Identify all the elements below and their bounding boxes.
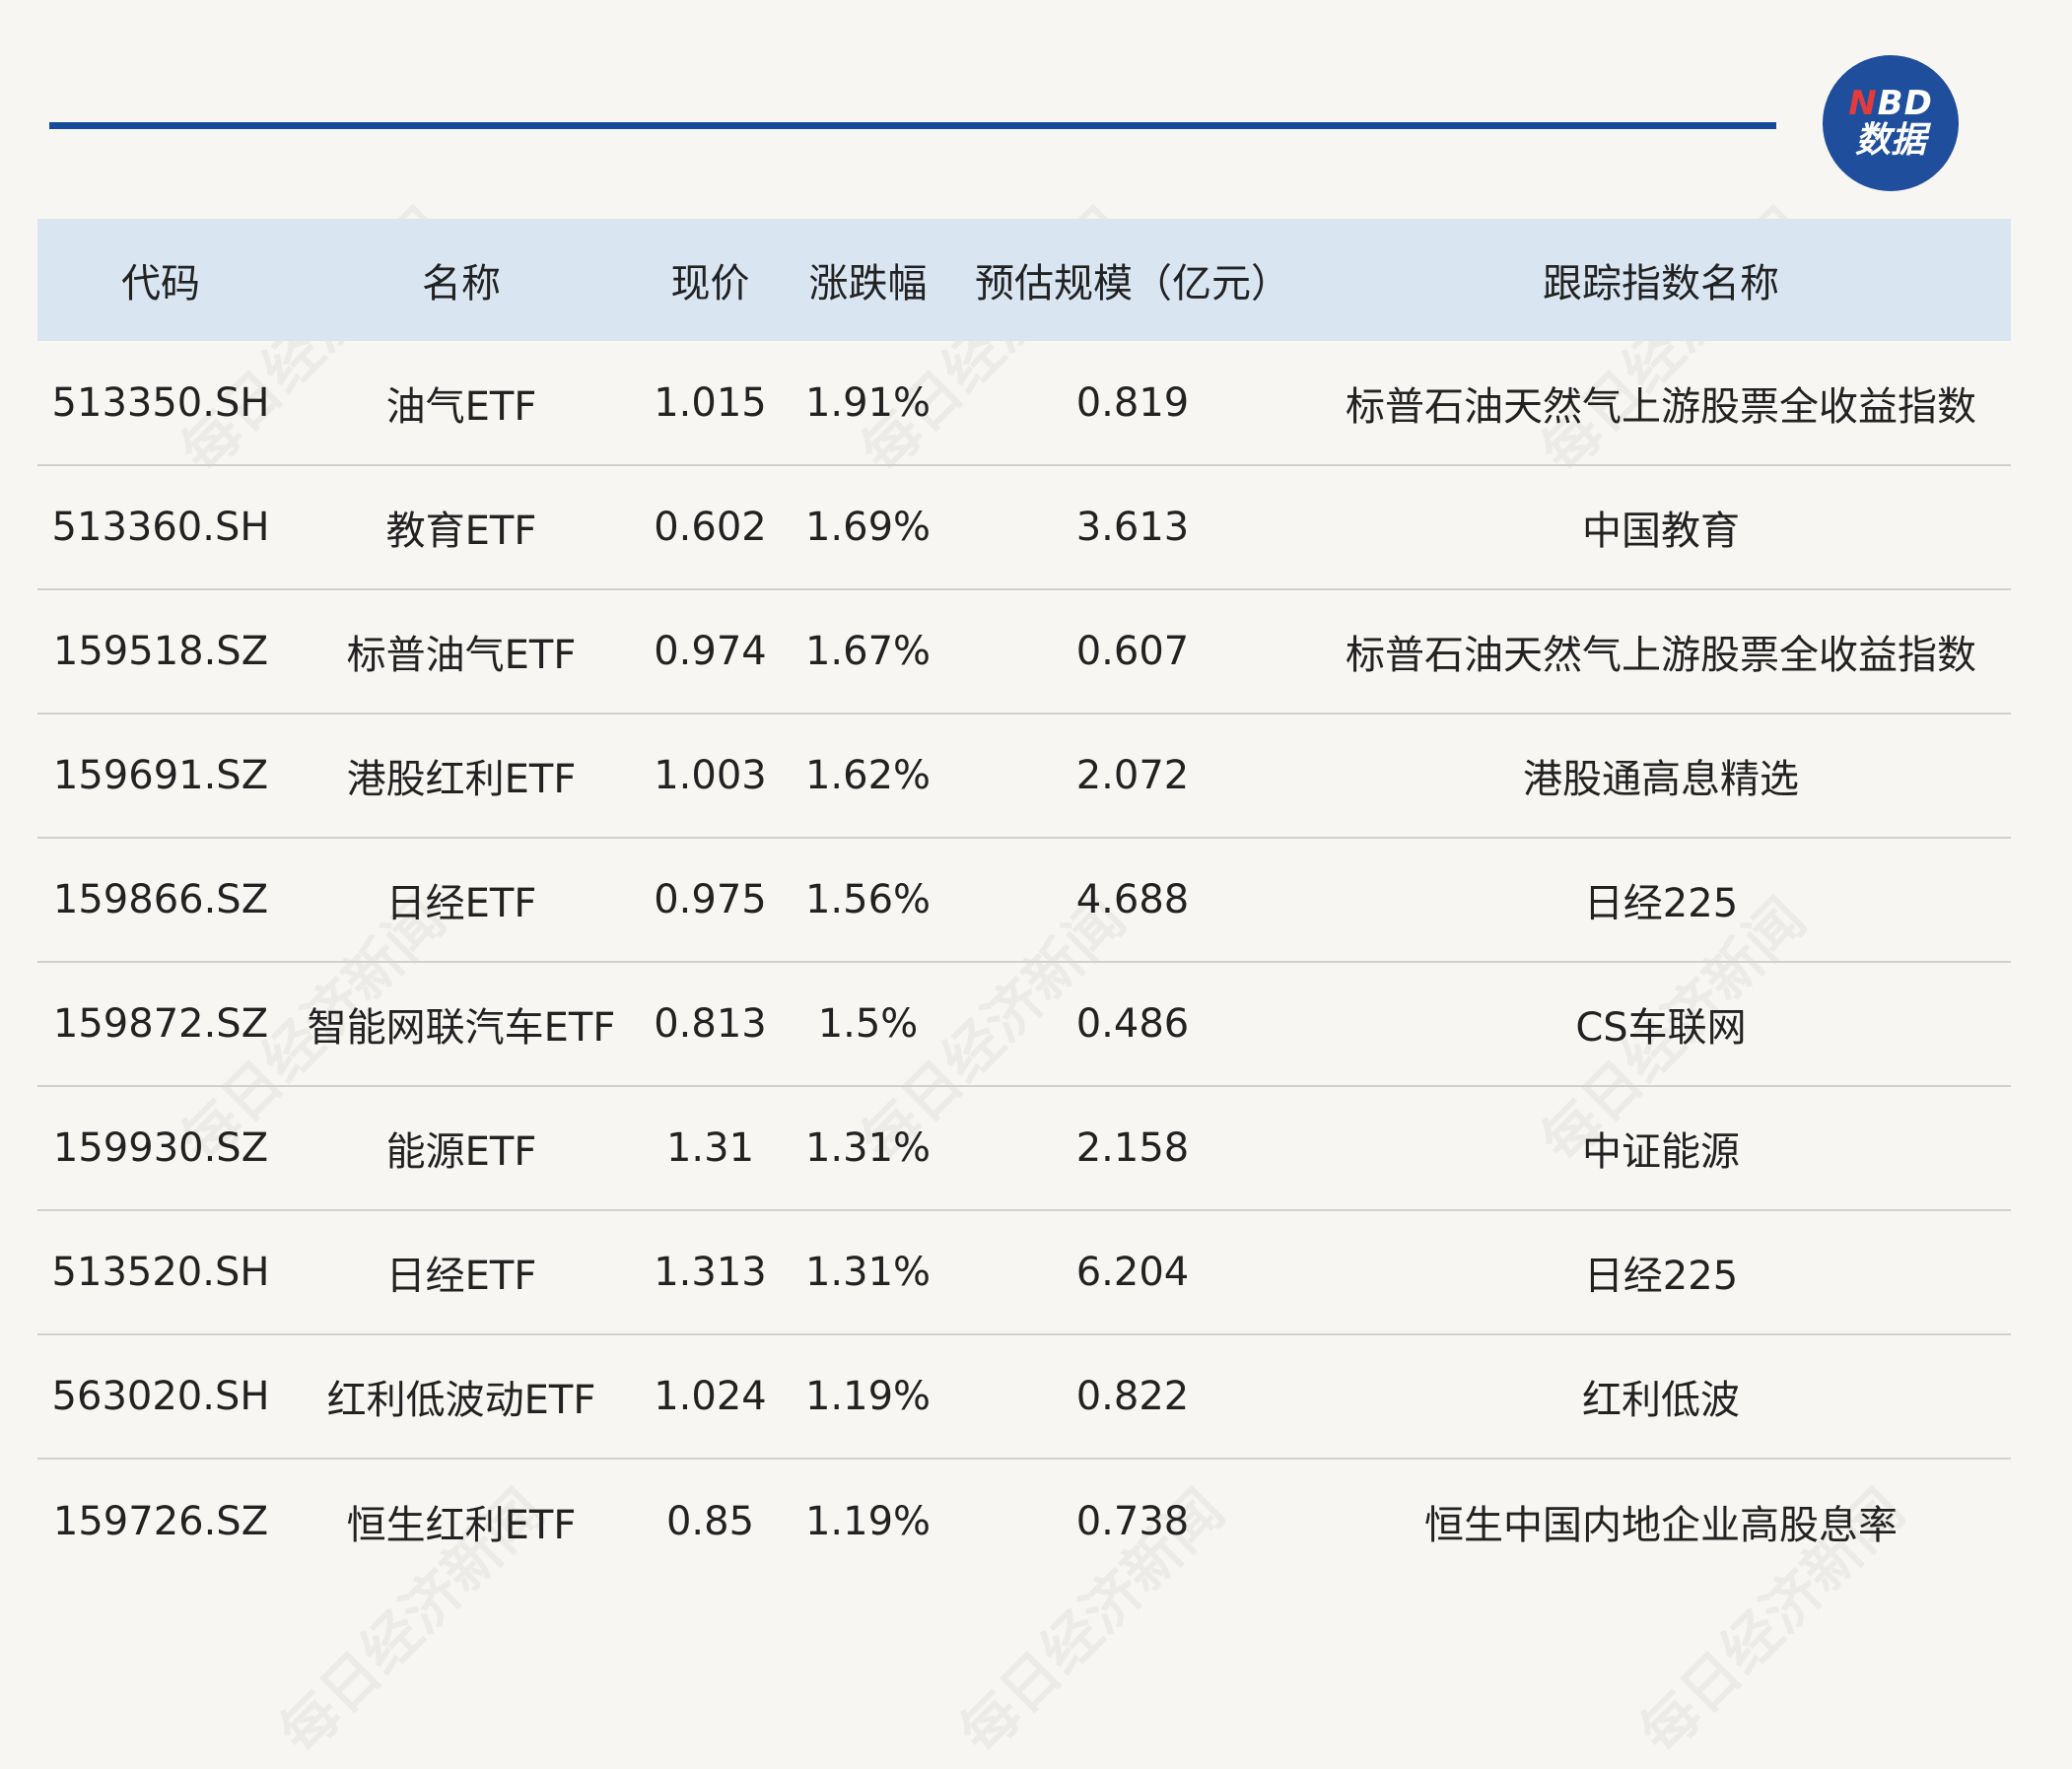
- cell-scale: 0.819: [1075, 379, 1190, 426]
- cell-name: 能源ETF: [385, 1129, 537, 1175]
- cell-price: 1.31: [665, 1125, 755, 1171]
- cell-code: 159726.SZ: [52, 1498, 269, 1544]
- cell-code: 513520.SH: [51, 1250, 270, 1295]
- cell-scale: 0.738: [1075, 1498, 1190, 1544]
- logo-bd: BD: [1877, 84, 1933, 123]
- cell-name: 红利低波动ETF: [326, 1378, 596, 1423]
- cell-index: 港股通高息精选: [1523, 757, 1799, 802]
- header-change: 涨跌幅: [808, 261, 928, 306]
- cell-index: 中国教育: [1582, 509, 1740, 554]
- cell-code: 159518.SZ: [52, 629, 269, 674]
- table-row: 159866.SZ 日经ETF 0.975 1.56% 4.688 日经225: [37, 838, 2011, 962]
- cell-scale: 0.822: [1075, 1374, 1190, 1419]
- table-row: 159872.SZ 智能网联汽车ETF 0.813 1.5% 0.486 CS车…: [37, 962, 2011, 1086]
- header-scale: 预估规模（亿元）: [975, 261, 1290, 306]
- nbd-logo: NBD 数据: [1823, 55, 1959, 191]
- table-row: 563020.SH 红利低波动ETF 1.024 1.19% 0.822 红利低…: [37, 1334, 2011, 1459]
- cell-index: 日经225: [1583, 881, 1739, 926]
- cell-code: 159930.SZ: [52, 1125, 269, 1171]
- logo-line2: 数据: [1854, 120, 1926, 161]
- cell-price: 1.024: [654, 1374, 767, 1419]
- header-index: 跟踪指数名称: [1543, 261, 1779, 306]
- table-row: 159691.SZ 港股红利ETF 1.003 1.62% 2.072 港股通高…: [37, 714, 2011, 838]
- cell-change: 1.31%: [804, 1125, 932, 1171]
- cell-change: 1.91%: [804, 379, 932, 426]
- cell-scale: 4.688: [1075, 877, 1190, 922]
- cell-name: 教育ETF: [385, 509, 537, 554]
- cell-price: 0.85: [665, 1498, 755, 1544]
- table-row: 159726.SZ 恒生红利ETF 0.85 1.19% 0.738 恒生中国内…: [37, 1459, 2011, 1583]
- cell-code: 513350.SH: [51, 379, 270, 426]
- header-price: 现价: [670, 261, 750, 306]
- cell-code: 159872.SZ: [52, 1001, 269, 1047]
- cell-scale: 0.607: [1075, 629, 1190, 674]
- cell-name: 恒生红利ETF: [346, 1502, 577, 1548]
- cell-price: 1.015: [654, 379, 767, 426]
- cell-scale: 6.204: [1075, 1250, 1190, 1295]
- cell-index: 中证能源: [1582, 1129, 1740, 1175]
- cell-name: 智能网联汽车ETF: [307, 1005, 616, 1051]
- cell-scale: 3.613: [1075, 505, 1190, 550]
- cell-scale: 2.072: [1075, 753, 1190, 798]
- cell-name: 港股红利ETF: [346, 757, 577, 802]
- table-row: 513360.SH 教育ETF 0.602 1.69% 3.613 中国教育: [37, 465, 2011, 589]
- cell-price: 1.003: [654, 753, 767, 798]
- cell-code: 159866.SZ: [52, 877, 269, 922]
- etf-table: 代码 名称 现价 涨跌幅 预估规模（亿元） 跟踪指数名称 513350.SH 油…: [37, 219, 2011, 1583]
- cell-index: 恒生中国内地企业高股息率: [1424, 1502, 1898, 1548]
- table-row: 159930.SZ 能源ETF 1.31 1.31% 2.158 中证能源: [37, 1086, 2011, 1210]
- cell-change: 1.62%: [804, 753, 932, 798]
- logo-line1: NBD: [1848, 86, 1933, 121]
- cell-index: CS车联网: [1575, 1005, 1747, 1051]
- cell-name: 日经ETF: [385, 881, 537, 926]
- cell-index: 日经225: [1583, 1254, 1739, 1299]
- table-row: 513520.SH 日经ETF 1.313 1.31% 6.204 日经225: [37, 1210, 2011, 1334]
- cell-price: 1.313: [654, 1250, 767, 1295]
- cell-index: 红利低波: [1582, 1378, 1740, 1423]
- cell-code: 159691.SZ: [52, 753, 269, 798]
- logo-n: N: [1848, 84, 1878, 123]
- header-code: 代码: [121, 261, 200, 306]
- cell-scale: 0.486: [1075, 1001, 1190, 1047]
- cell-scale: 2.158: [1075, 1125, 1190, 1171]
- cell-change: 1.19%: [804, 1498, 932, 1544]
- cell-code: 513360.SH: [51, 505, 270, 550]
- cell-change: 1.56%: [804, 877, 932, 922]
- cell-code: 563020.SH: [51, 1374, 270, 1419]
- header-name: 名称: [422, 261, 501, 306]
- table-row: 513350.SH 油气ETF 1.015 1.91% 0.819 标普石油天然…: [37, 341, 2011, 465]
- cell-price: 0.974: [654, 629, 767, 674]
- cell-change: 1.5%: [817, 1001, 919, 1047]
- cell-price: 0.975: [654, 877, 767, 922]
- cell-change: 1.31%: [804, 1250, 932, 1295]
- cell-change: 1.19%: [804, 1374, 932, 1419]
- cell-change: 1.69%: [804, 505, 932, 550]
- table-row: 159518.SZ 标普油气ETF 0.974 1.67% 0.607 标普石油…: [37, 589, 2011, 714]
- cell-index: 标普石油天然气上游股票全收益指数: [1346, 633, 1976, 678]
- cell-name: 油气ETF: [385, 383, 537, 430]
- header-rule: [49, 122, 1776, 129]
- cell-index: 标普石油天然气上游股票全收益指数: [1346, 383, 1976, 430]
- cell-change: 1.67%: [804, 629, 932, 674]
- cell-name: 标普油气ETF: [346, 633, 577, 678]
- cell-name: 日经ETF: [385, 1254, 537, 1299]
- cell-price: 0.813: [654, 1001, 767, 1047]
- cell-price: 0.602: [654, 505, 767, 550]
- table-header-row: 代码 名称 现价 涨跌幅 预估规模（亿元） 跟踪指数名称: [37, 219, 2011, 341]
